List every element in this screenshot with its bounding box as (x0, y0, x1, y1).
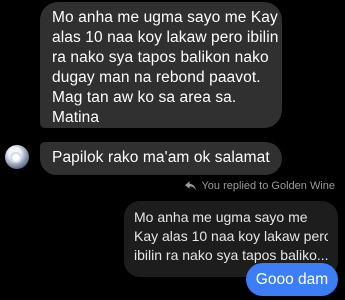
message-text: Gooo dam (255, 271, 329, 288)
reply-note-text: You replied to Golden Wine (201, 180, 335, 192)
outgoing-message-bubble[interactable]: Gooo dam (246, 263, 338, 296)
avatar-image (9, 152, 23, 163)
incoming-message-bubble[interactable]: Mo anha me ugma sayo me Kay alas 10 naa … (40, 2, 282, 128)
message-line: ra nako sya tapos balikon nako (52, 49, 269, 66)
message-line: Mag tan aw ko sa area sa. (52, 89, 237, 106)
reply-context: You replied to Golden Wine (185, 180, 335, 192)
message-line: Mo anha me ugma sayo me Kay (52, 9, 278, 26)
message-line: dugay man na rebond paavot. (52, 69, 261, 86)
quoted-line: Kay alas 10 naa koy lakaw pero (134, 228, 328, 244)
sender-avatar[interactable] (5, 145, 29, 169)
chat-thread: Mo anha me ugma sayo me Kay alas 10 naa … (0, 0, 345, 300)
reply-arrow-icon (185, 181, 197, 191)
message-text: Papilok rako ma'am ok salamat (52, 149, 270, 166)
message-line: alas 10 naa koy lakaw pero ibilin (52, 29, 279, 46)
message-line: Matina (52, 109, 100, 126)
quoted-line: Mo anha me ugma sayo me (134, 209, 308, 225)
incoming-message-bubble[interactable]: Papilok rako ma'am ok salamat (40, 142, 282, 175)
